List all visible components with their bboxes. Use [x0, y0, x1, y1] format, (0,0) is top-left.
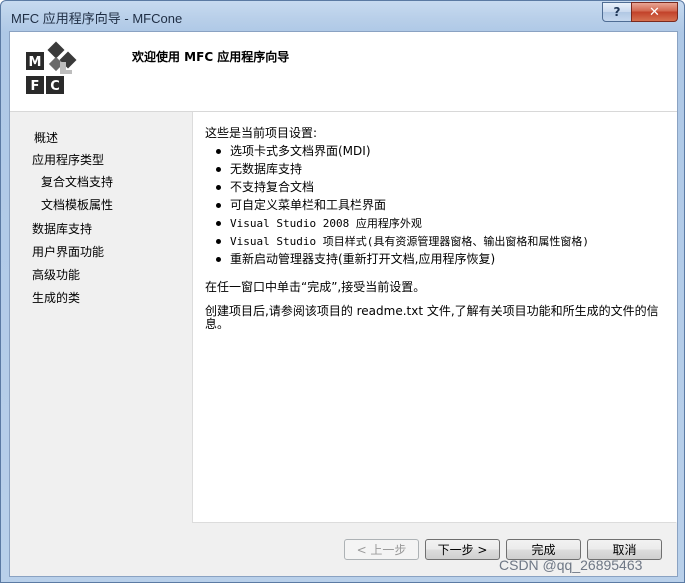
list-item: 重新启动管理器支持(重新打开文档,应用程序恢复): [205, 250, 589, 268]
watermark: CSDN @qq_26895463: [499, 557, 643, 573]
footer-divider: [192, 522, 676, 523]
list-item: 无数据库支持: [205, 160, 589, 178]
settings-summary: 这些是当前项目设置: 选项卡式多文档界面(MDI) 无数据库支持 不支持复合文档…: [192, 112, 677, 522]
list-item: 不支持复合文档: [205, 178, 589, 196]
title-bar[interactable]: MFC 应用程序向导 - MFCone ? ✕: [1, 1, 684, 31]
page-title: 欢迎使用 MFC 应用程序向导: [132, 50, 290, 64]
help-button[interactable]: ?: [602, 2, 632, 22]
nav-item-advanced-features[interactable]: 高级功能: [32, 266, 80, 283]
mfc-logo-icon: M F C: [26, 41, 77, 94]
list-item: 可自定义菜单栏和工具栏界面: [205, 196, 589, 214]
close-button[interactable]: ✕: [631, 2, 678, 22]
nav-item-overview[interactable]: 概述: [30, 128, 62, 147]
setting-text: 选项卡式多文档界面(MDI): [230, 144, 371, 158]
logo-letter-m: M: [29, 55, 42, 70]
bullet-icon: [216, 167, 221, 172]
window-title: MFC 应用程序向导 - MFCone: [11, 11, 183, 26]
bullet-icon: [216, 257, 221, 262]
nav-item-application-type[interactable]: 应用程序类型: [32, 151, 104, 168]
bullet-icon: [216, 221, 221, 226]
list-item: Visual Studio 2008 应用程序外观: [205, 214, 589, 232]
logo-letter-f: F: [31, 79, 40, 94]
logo-letter-c: C: [50, 79, 60, 94]
list-item: Visual Studio 项目样式(具有资源管理器窗格、输出窗格和属性窗格): [205, 232, 589, 250]
wizard-nav: 概述 应用程序类型 复合文档支持 文档模板属性 数据库支持 用户界面功能 高级功…: [10, 112, 192, 576]
setting-text: Visual Studio 项目样式(具有资源管理器窗格、输出窗格和属性窗格): [230, 235, 589, 248]
nav-item-database-support[interactable]: 数据库支持: [32, 220, 92, 237]
setting-text: Visual Studio 2008 应用程序外观: [230, 217, 422, 230]
nav-item-compound-document[interactable]: 复合文档支持: [41, 173, 113, 190]
finish-hint: 在任一窗口中单击“完成”,接受当前设置。: [205, 280, 426, 294]
nav-item-user-interface[interactable]: 用户界面功能: [32, 243, 104, 260]
nav-item-document-template[interactable]: 文档模板属性: [41, 196, 113, 213]
bullet-icon: [216, 239, 221, 244]
wizard-window: MFC 应用程序向导 - MFCone ? ✕ M F C 欢迎使用 MFC 应…: [0, 0, 685, 583]
setting-text: 可自定义菜单栏和工具栏界面: [230, 198, 387, 212]
setting-text: 重新启动管理器支持(重新打开文档,应用程序恢复): [230, 252, 496, 266]
bullet-icon: [216, 149, 221, 154]
wizard-header: M F C 欢迎使用 MFC 应用程序向导: [10, 32, 677, 112]
setting-text: 不支持复合文档: [230, 180, 315, 194]
settings-intro: 这些是当前项目设置:: [205, 126, 318, 140]
list-item: 选项卡式多文档界面(MDI): [205, 142, 589, 160]
bullet-icon: [216, 185, 221, 190]
setting-text: 无数据库支持: [230, 162, 303, 176]
dialog-client-area: M F C 欢迎使用 MFC 应用程序向导 概述 应用程序类型 复合文档支持 文…: [9, 31, 678, 577]
prev-button[interactable]: < 上一步: [344, 539, 419, 560]
settings-list: 选项卡式多文档界面(MDI) 无数据库支持 不支持复合文档 可自定义菜单栏和工具…: [205, 142, 589, 268]
bullet-icon: [216, 203, 221, 208]
nav-item-generated-classes[interactable]: 生成的类: [32, 289, 80, 306]
after-create-note: 创建项目后,请参阅该项目的 readme.txt 文件,了解有关项目功能和所生成…: [205, 304, 659, 331]
next-button[interactable]: 下一步 >: [425, 539, 500, 560]
